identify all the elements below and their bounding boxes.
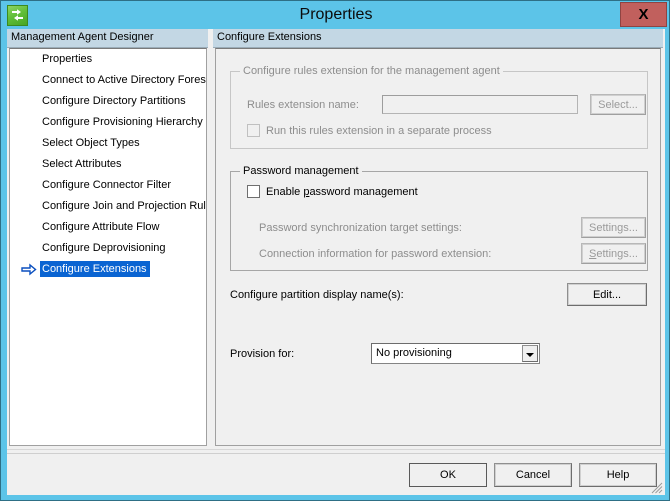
list-item-label: Properties [40, 51, 95, 67]
resize-grip-icon[interactable] [649, 480, 663, 494]
provision-for-label: Provision for: [230, 348, 294, 360]
connection-settings-label-post: ettings... [596, 248, 638, 260]
enable-password-management-checkbox[interactable] [247, 185, 260, 198]
list-item-label: Configure Directory Partitions [40, 93, 189, 109]
list-item-properties[interactable]: Properties [10, 49, 206, 70]
password-management-groupbox: Password management Enable password mana… [230, 171, 648, 271]
select-rules-extension-button[interactable]: Select... [590, 94, 646, 115]
right-pane-header: Configure Extensions [213, 29, 663, 48]
left-pane-header: Management Agent Designer [7, 29, 208, 48]
provision-for-select[interactable]: No provisioning [371, 343, 540, 364]
rules-extension-groupbox: Configure rules extension for the manage… [230, 71, 648, 149]
current-step-arrow-icon [21, 263, 37, 276]
list-item-label: Configure Extensions [40, 261, 150, 277]
left-pane-header-label: Management Agent Designer [11, 31, 153, 43]
list-item-configure-extensions[interactable]: Configure Extensions [10, 259, 206, 280]
edit-partition-display-names-button[interactable]: Edit... [567, 283, 647, 306]
password-management-group-title: Password management [240, 165, 362, 177]
close-button[interactable]: X [620, 2, 667, 27]
ok-button[interactable]: OK [409, 463, 487, 487]
list-item-label: Configure Provisioning Hierarchy [40, 114, 206, 130]
dialog-button-bar: OK Cancel Help [7, 453, 665, 495]
list-item-label: Select Object Types [40, 135, 143, 151]
list-item-configure-deprovisioning[interactable]: Configure Deprovisioning [10, 238, 206, 259]
password-connection-info-label: Connection information for password exte… [259, 248, 491, 260]
list-item-configure-attribute-flow[interactable]: Configure Attribute Flow [10, 217, 206, 238]
provision-for-value: No provisioning [376, 347, 452, 359]
separate-process-label: Run this rules extension in a separate p… [266, 125, 492, 137]
list-item-label: Configure Connector Filter [40, 177, 174, 193]
right-pane-header-label: Configure Extensions [217, 31, 322, 43]
password-connection-info-settings-button[interactable]: Settings... [581, 243, 646, 264]
separate-process-checkbox[interactable] [247, 124, 260, 137]
enable-password-management-label-post: assword management [309, 186, 417, 198]
list-item-configure-provisioning-hierarchy[interactable]: Configure Provisioning Hierarchy [10, 112, 206, 133]
rules-extension-group-title: Configure rules extension for the manage… [240, 65, 503, 77]
footer-divider [7, 449, 665, 450]
list-item-connect-to-active-directory-forest[interactable]: Connect to Active Directory Forest [10, 70, 206, 91]
list-item-label: Configure Attribute Flow [40, 219, 162, 235]
list-item-select-attributes[interactable]: Select Attributes [10, 154, 206, 175]
enable-password-management-label: Enable password management [266, 186, 418, 198]
rules-extension-name-label: Rules extension name: [247, 99, 359, 111]
list-item-label: Configure Deprovisioning [40, 240, 169, 256]
list-item-select-object-types[interactable]: Select Object Types [10, 133, 206, 154]
cancel-button[interactable]: Cancel [494, 463, 572, 487]
password-sync-target-settings-button[interactable]: Settings... [581, 217, 646, 238]
title-bar[interactable]: Properties X [1, 1, 670, 29]
list-item-configure-directory-partitions[interactable]: Configure Directory Partitions [10, 91, 206, 112]
right-content-pane: Configure Extensions Configure rules ext… [213, 29, 663, 449]
chevron-down-icon[interactable] [522, 345, 538, 362]
list-item-label: Configure Join and Projection Rules [40, 198, 207, 214]
enable-password-management-label-pre: Enable [266, 186, 303, 198]
list-item-label: Select Attributes [40, 156, 125, 172]
designer-step-list[interactable]: Properties Connect to Active Directory F… [9, 48, 207, 446]
list-item-configure-connector-filter[interactable]: Configure Connector Filter [10, 175, 206, 196]
list-item-configure-join-and-projection-rules[interactable]: Configure Join and Projection Rules [10, 196, 206, 217]
partition-display-name-label: Configure partition display name(s): [230, 289, 404, 301]
properties-dialog-window: Properties X Management Agent Designer P… [0, 0, 670, 501]
configure-extensions-form: Configure rules extension for the manage… [215, 48, 661, 446]
dialog-client-area: Management Agent Designer Properties Con… [7, 29, 665, 495]
left-navigation-pane: Management Agent Designer Properties Con… [7, 29, 208, 449]
window-title: Properties [1, 1, 670, 29]
password-sync-target-label: Password synchronization target settings… [259, 222, 462, 234]
list-item-label: Connect to Active Directory Forest [40, 72, 207, 88]
help-button[interactable]: Help [579, 463, 657, 487]
rules-extension-name-input[interactable] [382, 95, 578, 114]
